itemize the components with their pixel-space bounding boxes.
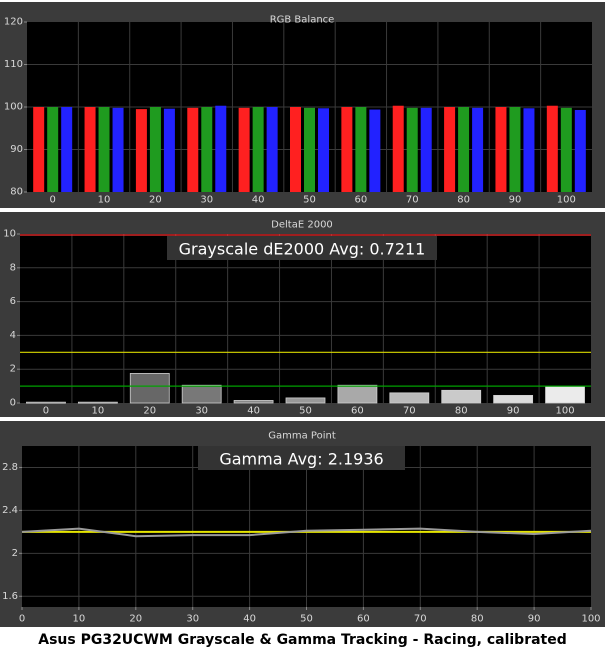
rgb-xtick-label: 100 (557, 195, 576, 206)
gamma-ytick-label: 2.4 (2, 505, 18, 516)
rgb-xtick-label: 40 (252, 195, 265, 206)
de-bar (285, 397, 326, 404)
rgb-bar-green (406, 107, 418, 192)
rgb-bar-green (149, 107, 161, 192)
gamma-avg-annotation: Gamma Avg: 2.1936 (219, 450, 383, 469)
rgb-ytick-label: 120 (4, 17, 23, 28)
rgb-xtick-label: 20 (149, 195, 162, 206)
de-xtick-label: 100 (555, 406, 574, 417)
rgb-bar-blue (215, 105, 227, 192)
rgb-xtick-label: 60 (354, 195, 367, 206)
rgb-bar-red (238, 107, 250, 192)
de-ytick-label: 8 (10, 262, 16, 273)
rgb-bar-green (252, 107, 264, 192)
gamma-ytick-label: 2 (12, 548, 18, 559)
rgb-xtick-label: 0 (49, 195, 55, 206)
de-bar (77, 401, 118, 404)
de-ytick-label: 10 (3, 229, 16, 240)
gamma-xtick-label: 80 (471, 614, 484, 625)
rgb-bar-blue (420, 107, 432, 192)
rgb-bar-blue (266, 107, 278, 192)
rgb-bar-green (355, 107, 367, 192)
rgb-bar-red (444, 107, 456, 192)
gamma-ytick-label: 2.8 (2, 462, 18, 473)
rgb-xtick-label: 70 (406, 195, 419, 206)
de-bar (337, 384, 378, 404)
rgb-bar-green (47, 107, 59, 192)
gamma-xtick-label: 40 (243, 614, 256, 625)
rgb-ytick-label: 110 (4, 59, 23, 70)
gamma-xtick-label: 50 (300, 614, 313, 625)
de-xtick-label: 0 (43, 406, 49, 417)
de-xtick-label: 30 (195, 406, 208, 417)
de-xtick-label: 20 (143, 406, 156, 417)
rgb-xtick-label: 90 (509, 195, 522, 206)
de-ytick-label: 0 (10, 398, 16, 409)
de-bar (26, 401, 66, 404)
rgb-bar-green (304, 107, 315, 192)
de-avg-annotation: Grayscale dE2000 Avg: 0.7211 (179, 240, 426, 259)
rgb-bar-green (560, 107, 572, 192)
rgb-ytick-label: 90 (10, 144, 23, 155)
rgb-bar-red (546, 105, 558, 192)
rgb-bar-red (495, 107, 507, 192)
de-xtick-label: 60 (351, 406, 364, 417)
de-xtick-label: 40 (247, 406, 260, 417)
chart-title-3: Gamma Point (268, 431, 336, 442)
gamma-xtick-label: 10 (73, 614, 86, 625)
gamma-xtick-label: 0 (19, 614, 25, 625)
chart-title-2: DeltaE 2000 (271, 220, 333, 231)
de-bar (545, 385, 585, 404)
de-xtick-label: 90 (507, 406, 520, 417)
de-bar (181, 384, 222, 404)
gamma-xtick-label: 70 (414, 614, 427, 625)
de-ytick-label: 6 (10, 296, 16, 307)
de-xtick-label: 80 (455, 406, 468, 417)
rgb-bar-red (290, 107, 301, 192)
rgb-bar-blue (369, 109, 381, 192)
rgb-xtick-label: 10 (98, 195, 111, 206)
rgb-bar-red (187, 107, 199, 192)
rgb-xtick-label: 80 (457, 195, 470, 206)
figure-caption: Asus PG32UCWM Grayscale & Gamma Tracking… (38, 632, 567, 648)
rgb-xtick-label: 30 (200, 195, 213, 206)
rgb-bar-red (341, 107, 353, 192)
gamma-xtick-label: 60 (357, 614, 370, 625)
gamma-xtick-label: 30 (186, 614, 199, 625)
de-xtick-label: 50 (299, 406, 312, 417)
rgb-bar-green (98, 107, 110, 192)
de-bar (389, 392, 430, 404)
rgb-ytick-label: 80 (10, 187, 23, 198)
rgb-bar-blue (472, 107, 484, 192)
rgb-bar-green (201, 107, 213, 192)
rgb-bar-green (509, 107, 521, 192)
rgb-xtick-label: 50 (303, 195, 316, 206)
gamma-xtick-label: 20 (129, 614, 142, 625)
de-ytick-label: 2 (10, 364, 16, 375)
gamma-ytick-label: 1.6 (2, 591, 18, 602)
de-bar (441, 389, 482, 404)
rgb-bar-blue (112, 107, 124, 192)
chart-title-1: RGB Balance (270, 15, 335, 26)
calibration-charts: RGB BalanceDeltaE 2000Gamma Point8090100… (0, 2, 605, 627)
de-bar (233, 400, 274, 404)
rgb-bar-blue (574, 109, 586, 192)
rgb-ytick-label: 100 (4, 102, 23, 113)
rgb-bar-blue (61, 107, 73, 192)
de-xtick-label: 70 (403, 406, 416, 417)
gamma-xtick-label: 90 (528, 614, 541, 625)
de-ytick-label: 4 (10, 330, 16, 341)
rgb-bar-red (392, 105, 404, 192)
rgb-bar-red (33, 107, 45, 192)
rgb-bar-blue (163, 108, 175, 192)
de-bar (493, 394, 534, 404)
rgb-bar-red (84, 107, 96, 192)
rgb-bar-red (135, 109, 147, 192)
de-xtick-label: 10 (91, 406, 104, 417)
rgb-bar-blue (318, 108, 329, 192)
de-bar (129, 373, 170, 404)
rgb-bar-blue (523, 108, 535, 192)
gamma-xtick-label: 100 (581, 614, 600, 625)
rgb-bar-green (458, 107, 470, 192)
